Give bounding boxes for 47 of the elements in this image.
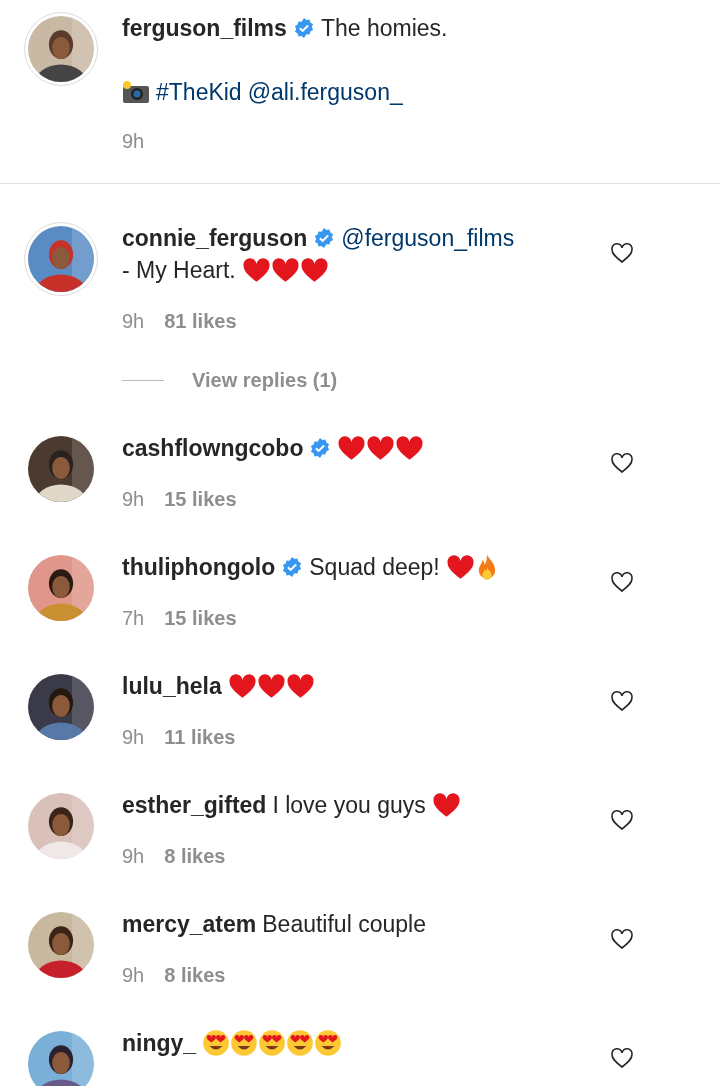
- username[interactable]: connie_ferguson: [122, 222, 308, 254]
- username[interactable]: lulu_hela: [122, 670, 222, 702]
- like-button[interactable]: [610, 928, 636, 952]
- heart-eyes-emoji-icon: [258, 1029, 287, 1057]
- timestamp: 9h: [122, 845, 145, 868]
- heart-emoji-icon: [337, 435, 367, 461]
- heart-emoji-icon: [299, 257, 329, 283]
- comment-text: I love you guys: [272, 791, 426, 820]
- camera-flash-emoji-icon: [122, 80, 150, 104]
- comment-text: Squad deep!: [309, 553, 440, 582]
- timestamp: 7h: [122, 607, 145, 630]
- heart-eyes-emoji-icon: [314, 1029, 343, 1057]
- username[interactable]: esther_gifted: [122, 789, 267, 821]
- username[interactable]: cashflowngcobo: [122, 432, 304, 464]
- heart-emoji-icon: [241, 257, 271, 283]
- like-button[interactable]: [610, 690, 636, 714]
- comment-text: - My Heart.: [122, 256, 236, 285]
- heart-emoji-icon: [270, 257, 300, 283]
- heart-emoji-icon: [256, 673, 286, 699]
- username[interactable]: ningy_: [122, 1027, 197, 1059]
- timestamp: 9h: [122, 310, 145, 333]
- heart-emoji-icon: [366, 435, 396, 461]
- timestamp: 9h: [122, 130, 145, 153]
- username[interactable]: thuliphongolo: [122, 551, 276, 583]
- mention-link[interactable]: @ferguson_films: [341, 222, 515, 254]
- like-button[interactable]: [610, 1047, 636, 1071]
- like-button[interactable]: [610, 242, 636, 266]
- caption-text: The homies.: [320, 14, 448, 43]
- heart-eyes-emoji-icon: [202, 1029, 231, 1057]
- timestamp: 9h: [122, 726, 145, 749]
- heart-emoji-icon: [445, 554, 475, 580]
- username[interactable]: ferguson_films: [122, 12, 287, 44]
- username[interactable]: mercy_atem: [122, 908, 257, 940]
- heart-emoji-icon: [431, 792, 461, 818]
- heart-eyes-emoji-icon: [286, 1029, 315, 1057]
- heart-emoji-icon: [227, 673, 257, 699]
- like-button[interactable]: [610, 452, 636, 476]
- mention-link[interactable]: #TheKid: [156, 76, 242, 108]
- heart-eyes-emoji-icon: [230, 1029, 259, 1057]
- comment-text: Beautiful couple: [262, 910, 426, 939]
- timestamp: 9h: [122, 488, 145, 511]
- heart-emoji-icon: [395, 435, 425, 461]
- like-button[interactable]: [610, 809, 636, 833]
- like-button[interactable]: [610, 571, 636, 595]
- heart-emoji-icon: [285, 673, 315, 699]
- mention-link[interactable]: @ali.ferguson_: [247, 76, 403, 108]
- timestamp: 9h: [122, 964, 145, 987]
